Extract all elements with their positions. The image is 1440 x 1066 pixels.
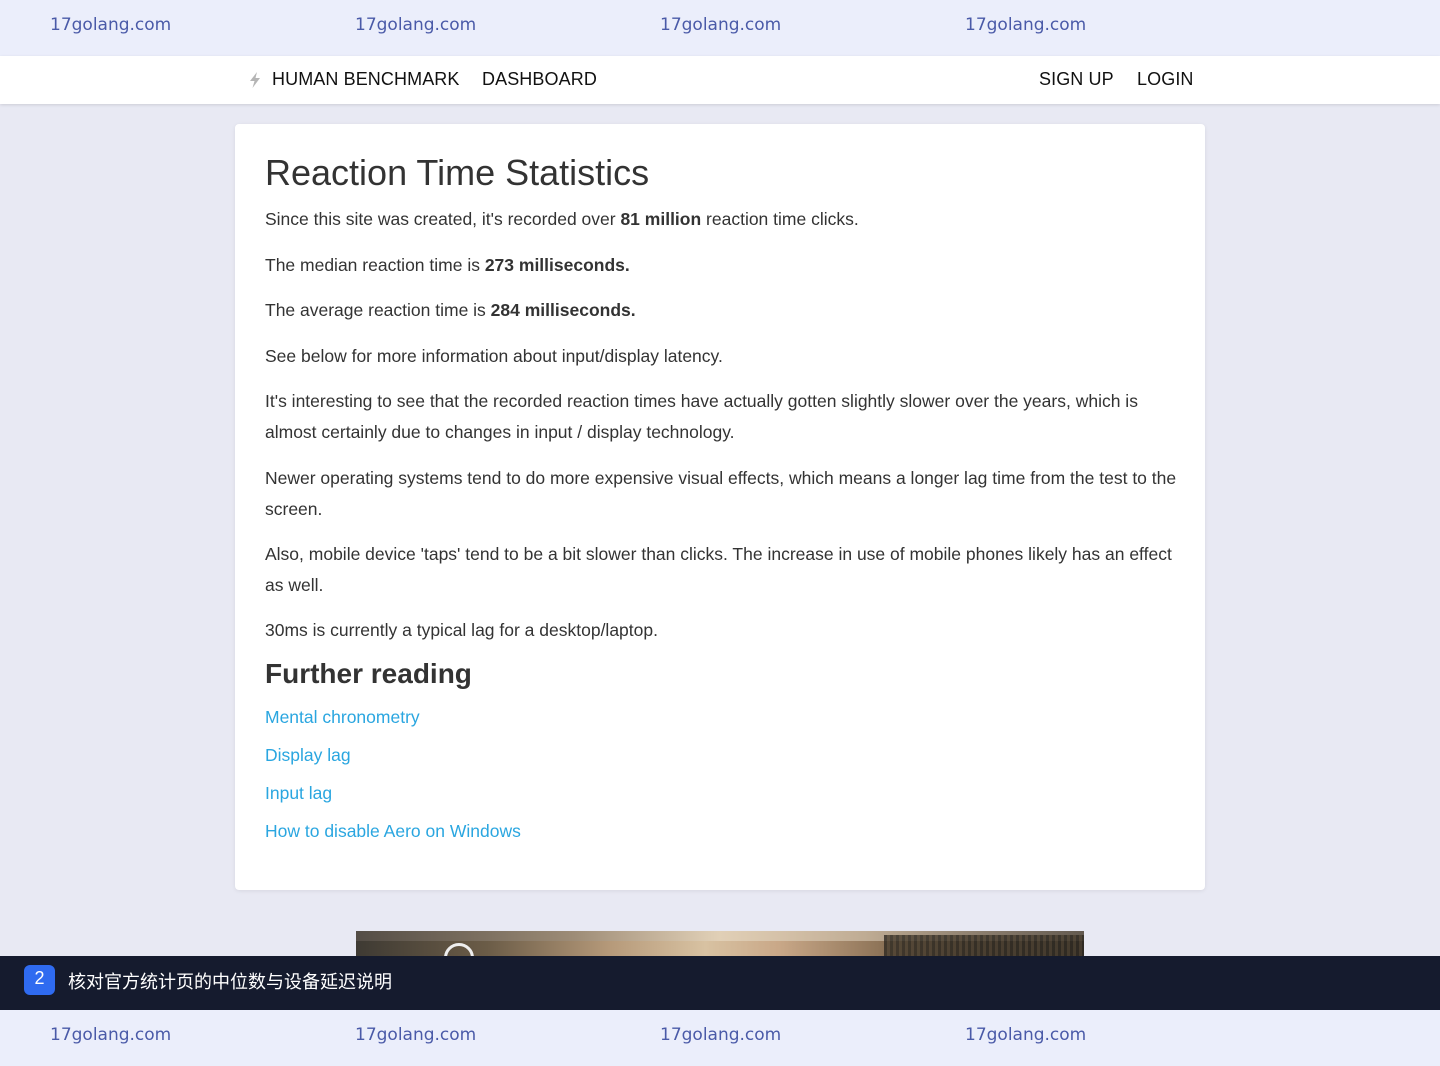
link-mental-chronometry[interactable]: Mental chronometry — [265, 707, 420, 728]
task-instruction-text: 核对官方统计页的中位数与设备延迟说明 — [68, 972, 392, 993]
watermark-text: 17golang.com — [50, 1025, 172, 1045]
link-input-lag[interactable]: Input lag — [265, 783, 332, 804]
paragraph-median: The median reaction time is 273 millisec… — [265, 250, 1180, 281]
link-disable-aero[interactable]: How to disable Aero on Windows — [265, 821, 521, 842]
nav-dashboard-link[interactable]: DASHBOARD — [482, 69, 597, 90]
nav-brand-link[interactable]: HUMAN BENCHMARK — [272, 69, 460, 90]
paragraph-text: reaction time clicks. — [701, 209, 859, 229]
link-display-lag[interactable]: Display lag — [265, 745, 351, 766]
watermark-text: 17golang.com — [660, 15, 782, 35]
watermark-text: 17golang.com — [965, 15, 1087, 35]
watermark-strip-top: 17golang.com 17golang.com 17golang.com 1… — [0, 0, 1440, 56]
ad-logo-icon — [444, 943, 474, 956]
task-banner: 2 核对官方统计页的中位数与设备延迟说明 — [0, 956, 1440, 1010]
paragraph-text: The median reaction time is — [265, 255, 485, 275]
watermark-text: 17golang.com — [965, 1025, 1087, 1045]
advertisement-image[interactable] — [356, 931, 1084, 956]
navbar: HUMAN BENCHMARK DASHBOARD SIGN UP LOGIN — [0, 56, 1440, 104]
watermark-text: 17golang.com — [355, 15, 477, 35]
paragraph-text: The average reaction time is — [265, 300, 491, 320]
nav-login-link[interactable]: LOGIN — [1137, 69, 1194, 90]
step-number-badge: 2 — [24, 965, 55, 995]
article-card: Reaction Time Statistics Since this site… — [235, 124, 1205, 890]
further-reading-heading: Further reading — [265, 658, 472, 689]
paragraph-mobile-taps: Also, mobile device 'taps' tend to be a … — [265, 544, 1172, 595]
paragraph-total-clicks: Since this site was created, it's record… — [265, 204, 1180, 235]
paragraph-slower-trend: It's interesting to see that the recorde… — [265, 391, 1138, 442]
average-value: 284 milliseconds. — [490, 300, 636, 320]
watermark-text: 17golang.com — [50, 15, 172, 35]
ad-treeline-layer — [884, 935, 1084, 956]
paragraph-average: The average reaction time is 284 millise… — [265, 295, 1180, 326]
total-clicks-value: 81 million — [620, 209, 702, 229]
paragraph-text: Since this site was created, it's record… — [265, 209, 621, 229]
watermark-text: 17golang.com — [660, 1025, 782, 1045]
paragraph-os-effects: Newer operating systems tend to do more … — [265, 468, 1177, 519]
watermark-text: 17golang.com — [355, 1025, 477, 1045]
lightning-bolt-icon — [250, 72, 260, 88]
page-title: Reaction Time Statistics — [265, 152, 650, 193]
watermark-strip-bottom: 17golang.com 17golang.com 17golang.com 1… — [0, 1010, 1440, 1066]
median-value: 273 milliseconds. — [484, 255, 630, 275]
nav-signup-link[interactable]: SIGN UP — [1039, 69, 1114, 90]
paragraph-latency-note: See below for more information about inp… — [265, 346, 723, 366]
paragraph-typical-lag: 30ms is currently a typical lag for a de… — [265, 620, 658, 640]
